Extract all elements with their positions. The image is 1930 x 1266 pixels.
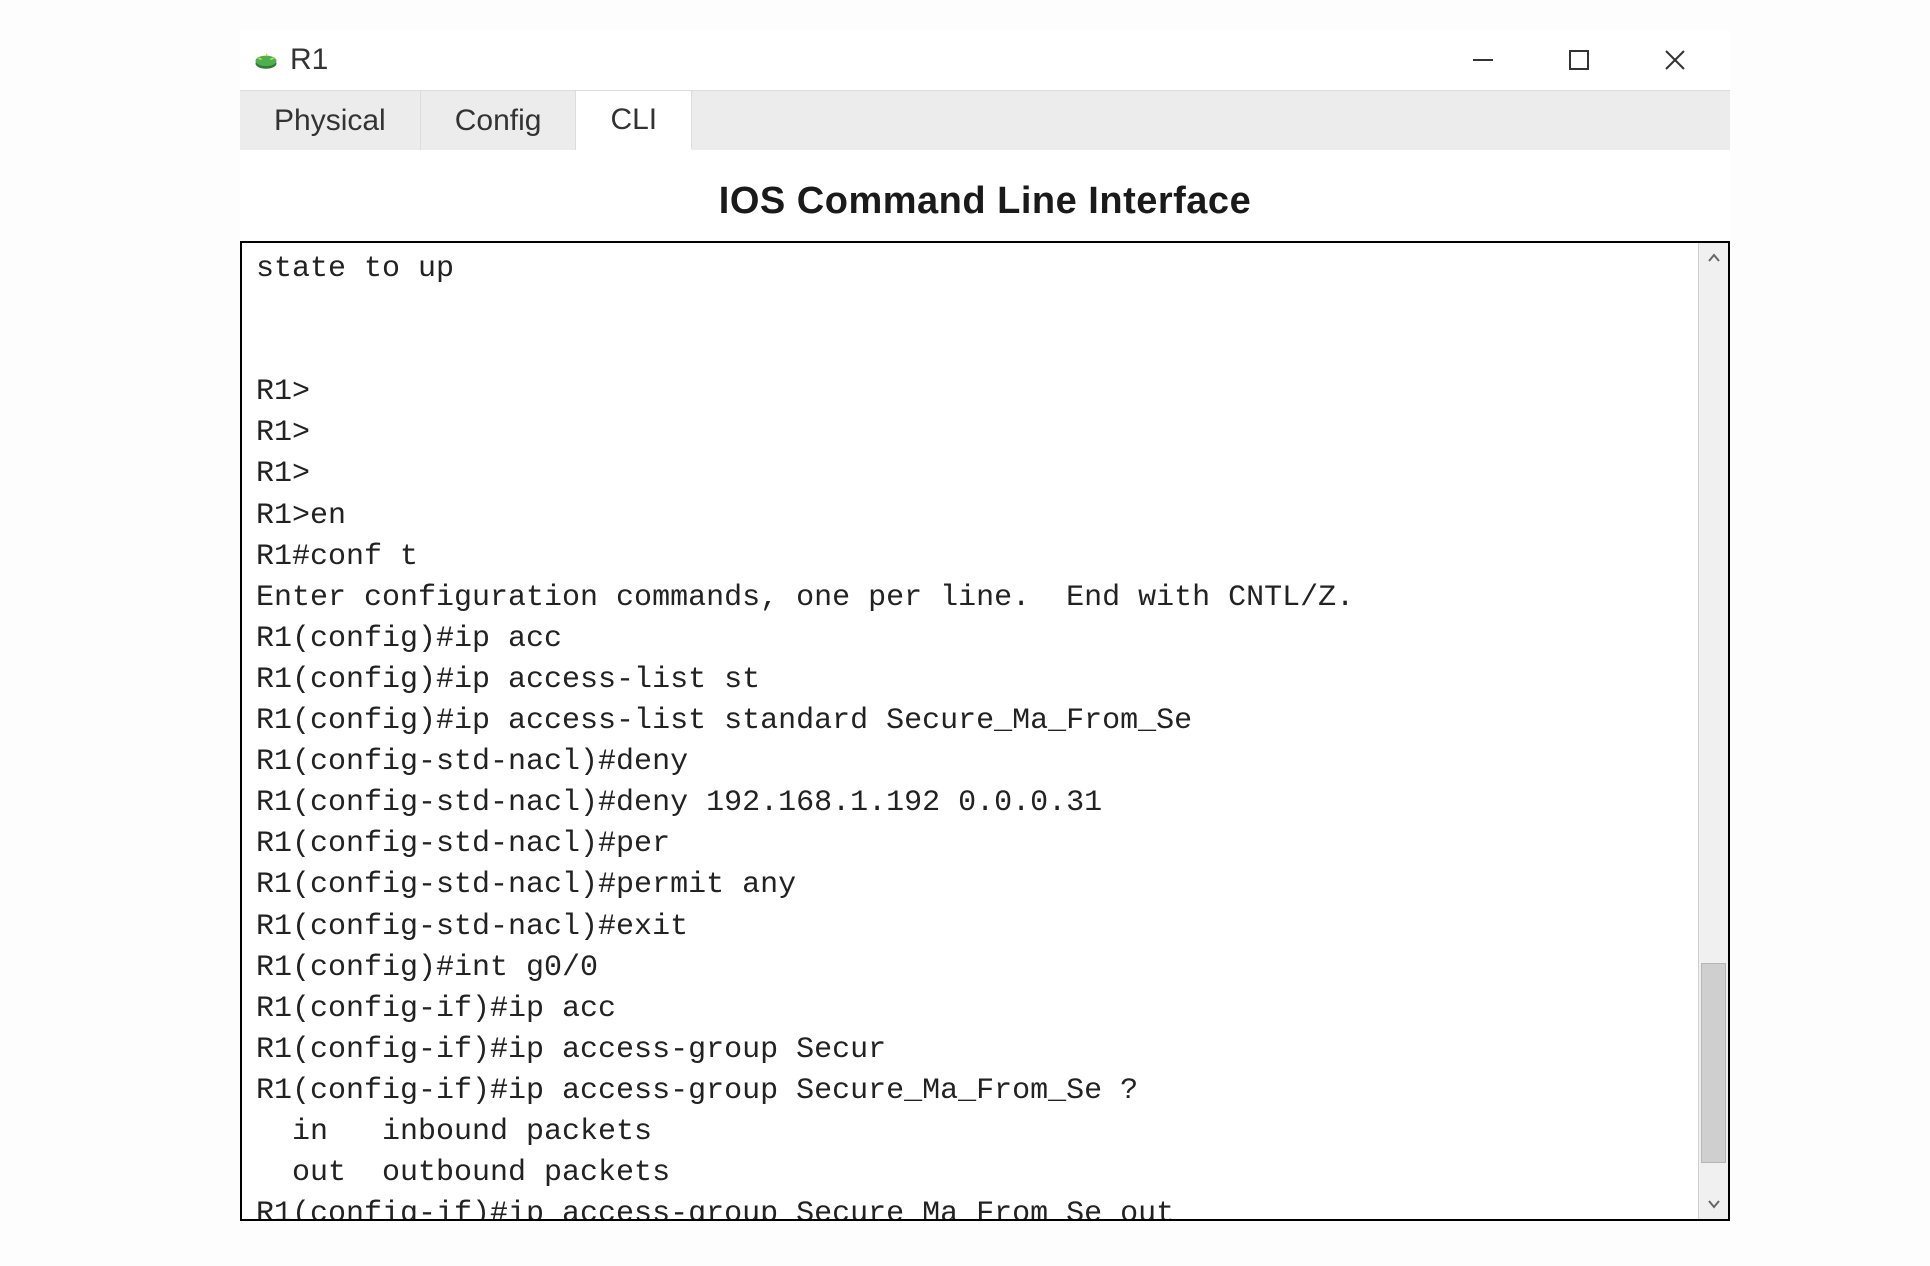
tab-label: Config [455, 104, 542, 138]
maximize-icon [1567, 48, 1591, 72]
tab-label: Physical [274, 104, 386, 138]
window-controls [1460, 40, 1718, 80]
scroll-down-button[interactable] [1699, 1189, 1728, 1219]
terminal-container: state to up R1> R1> R1> R1>en R1#conf t … [240, 241, 1730, 1221]
chevron-down-icon [1707, 1197, 1721, 1211]
close-button[interactable] [1652, 40, 1698, 80]
scroll-thumb[interactable] [1701, 963, 1726, 1163]
tab-label: CLI [610, 103, 657, 137]
maximize-button[interactable] [1556, 40, 1602, 80]
tab-physical[interactable]: Physical [240, 91, 421, 150]
router-icon [252, 46, 280, 74]
window-title: R1 [290, 43, 328, 77]
titlebar: R1 [240, 30, 1730, 90]
cli-heading: IOS Command Line Interface [240, 180, 1730, 223]
close-icon [1662, 47, 1688, 73]
tab-bar: Physical Config CLI [240, 90, 1730, 150]
device-window: R1 Physical [240, 30, 1730, 1221]
minimize-icon [1469, 46, 1497, 74]
tab-content: IOS Command Line Interface state to up R… [240, 150, 1730, 1221]
tab-cli[interactable]: CLI [576, 91, 692, 150]
scroll-up-button[interactable] [1699, 243, 1728, 273]
minimize-button[interactable] [1460, 40, 1506, 80]
title-left: R1 [252, 43, 1460, 77]
cli-terminal[interactable]: state to up R1> R1> R1> R1>en R1#conf t … [242, 243, 1698, 1219]
chevron-up-icon [1707, 251, 1721, 265]
terminal-scrollbar[interactable] [1698, 243, 1728, 1219]
tab-config[interactable]: Config [421, 91, 577, 150]
